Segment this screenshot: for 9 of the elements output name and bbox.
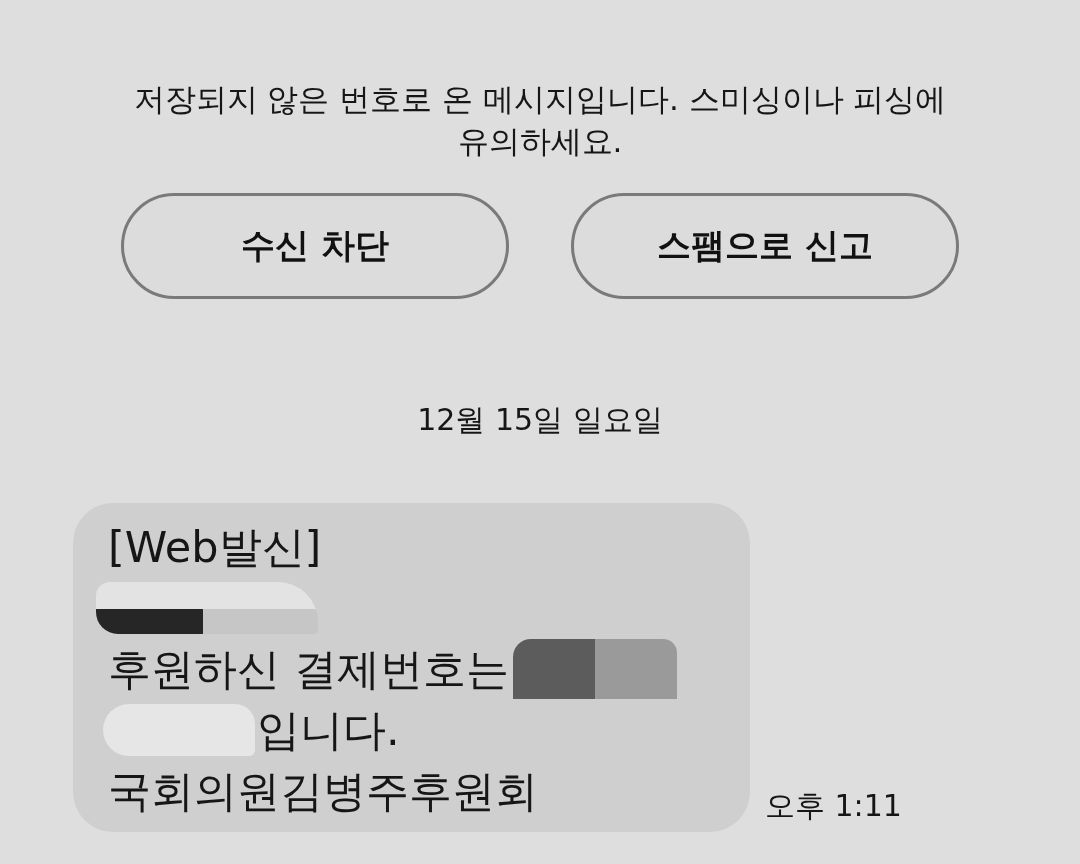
block-button[interactable]: 수신 차단 [121,193,509,299]
message-text: 입니다. [257,703,400,756]
warning-notice: 저장되지 않은 번호로 온 메시지입니다. 스미싱이나 피싱에 유의하세요. [132,80,948,161]
message-text: [Web발신] [108,520,322,573]
message-time: 오후 1:11 [765,787,902,825]
report-spam-button[interactable]: 스팸으로 신고 [571,193,959,299]
message-text: 국회의원김병주후원회 [108,764,538,817]
date-divider: 12월 15일 일요일 [417,401,663,439]
message-text: 후원하신 결제번호는 [108,642,509,695]
